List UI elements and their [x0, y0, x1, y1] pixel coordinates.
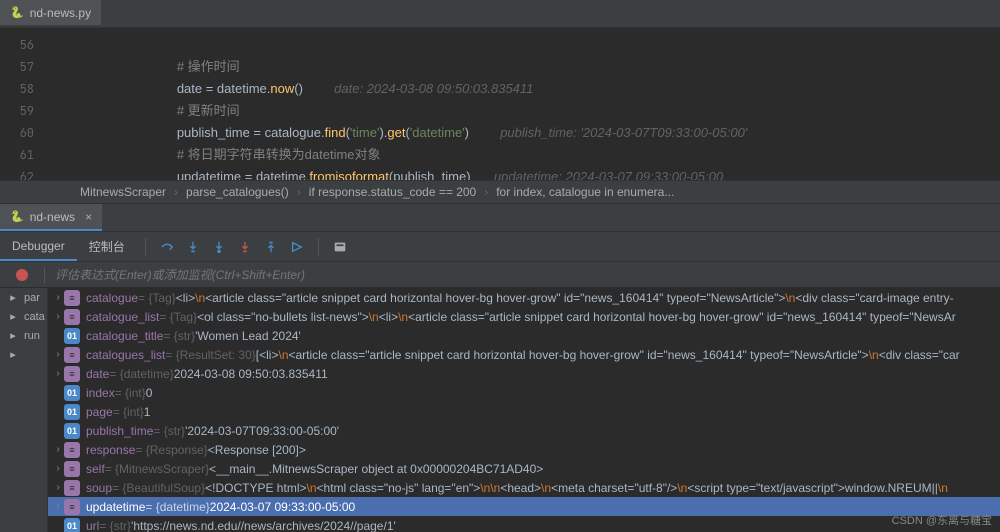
step-out-icon[interactable]	[261, 237, 281, 257]
watermark: CSDN @东离与糖宝	[892, 512, 992, 528]
chevron-right-icon: ›	[484, 185, 488, 199]
variables-panel: ▸par▸cata▸run▸ ›≡catalogue = {Tag} <li>\…	[0, 288, 1000, 532]
variable-row[interactable]: ›≡self = {MitnewsScraper} <__main__.Mitn…	[48, 459, 1000, 478]
object-icon: ≡	[64, 461, 80, 477]
breadcrumb-item[interactable]: MitnewsScraper	[80, 185, 166, 199]
object-icon: ≡	[64, 480, 80, 496]
line-number: 61	[0, 144, 52, 166]
run-to-cursor-icon[interactable]	[287, 237, 307, 257]
stack-frame-icon: ▸	[6, 329, 20, 343]
variables-list[interactable]: ›≡catalogue = {Tag} <li>\n<article class…	[48, 288, 1000, 532]
close-icon[interactable]: ×	[85, 210, 92, 224]
expand-icon[interactable]: ›	[52, 292, 64, 303]
chevron-right-icon: ›	[174, 185, 178, 199]
line-number: 60	[0, 122, 52, 144]
expand-icon[interactable]: ›	[52, 311, 64, 322]
editor-tab-ndnews[interactable]: 🐍 nd-news.py	[0, 0, 101, 27]
expand-icon[interactable]: ›	[52, 482, 64, 493]
expand-icon[interactable]: ›	[52, 501, 64, 512]
expand-icon[interactable]: ›	[52, 444, 64, 455]
variable-row[interactable]: 01page = {int} 1	[48, 402, 1000, 421]
separator	[145, 238, 146, 256]
line-number: 62	[0, 166, 52, 180]
code-line[interactable]: 62 updatetime = datetime.fromisoformat(p…	[0, 166, 1000, 180]
variable-row[interactable]: ›≡catalogue_list = {Tag} <ol class="no-b…	[48, 307, 1000, 326]
variable-row[interactable]: 01catalogue_title = {str} 'Women Lead 20…	[48, 326, 1000, 345]
code-line[interactable]: 57 # 操作时间	[0, 56, 1000, 78]
value-icon: 01	[64, 518, 80, 532]
force-step-into-icon[interactable]	[235, 237, 255, 257]
separator	[318, 238, 319, 256]
step-over-icon[interactable]	[157, 237, 177, 257]
evaluate-bar	[0, 262, 1000, 288]
code-line[interactable]: 56	[0, 34, 1000, 56]
debug-tab-ndnews[interactable]: 🐍 nd-news ×	[0, 204, 102, 231]
chevron-right-icon: ›	[297, 185, 301, 199]
value-icon: 01	[64, 385, 80, 401]
breadcrumb: MitnewsScraper › parse_catalogues() › if res…	[0, 180, 1000, 204]
python-file-icon: 🐍	[10, 6, 24, 19]
stack-frame-icon: ▸	[6, 291, 20, 305]
variable-row[interactable]: ›≡updatetime = {datetime} 2024-03-07 09:…	[48, 497, 1000, 516]
editor-area[interactable]: 56 57 # 操作时间58 date = datetime.now() dat…	[0, 28, 1000, 180]
expand-icon[interactable]: ›	[52, 349, 64, 360]
code-line[interactable]: 60 publish_time = catalogue.find('time')…	[0, 122, 1000, 144]
variable-row[interactable]: ›≡date = {datetime} 2024-03-08 09:50:03.…	[48, 364, 1000, 383]
code-line[interactable]: 61 # 将日期字符串转换为datetime对象	[0, 144, 1000, 166]
variable-row[interactable]: 01publish_time = {str} '2024-03-07T09:33…	[48, 421, 1000, 440]
step-into-my-icon[interactable]	[209, 237, 229, 257]
step-into-icon[interactable]	[183, 237, 203, 257]
evaluate-icon[interactable]	[330, 237, 350, 257]
line-number: 56	[0, 34, 52, 56]
object-icon: ≡	[64, 347, 80, 363]
code-line[interactable]: 58 date = datetime.now() date: 2024-03-0…	[0, 78, 1000, 100]
frame-item[interactable]: ▸cata	[0, 307, 47, 326]
debug-tab-bar: 🐍 nd-news ×	[0, 204, 1000, 232]
object-icon: ≡	[64, 442, 80, 458]
variable-row[interactable]: 01index = {int} 0	[48, 383, 1000, 402]
variable-row[interactable]: ›≡catalogues_list = {ResultSet: 30} [<li…	[48, 345, 1000, 364]
value-icon: 01	[64, 328, 80, 344]
stack-frame-icon: ▸	[6, 348, 20, 362]
breadcrumb-item[interactable]: for index, catalogue in enumera...	[496, 185, 674, 199]
line-number: 58	[0, 78, 52, 100]
value-icon: 01	[64, 423, 80, 439]
console-tab[interactable]: 控制台	[77, 232, 137, 261]
debug-toolbar: Debugger 控制台	[0, 232, 1000, 262]
value-icon: 01	[64, 404, 80, 420]
debugger-tab[interactable]: Debugger	[0, 232, 77, 261]
variable-row[interactable]: ›≡response = {Response} <Response [200]>	[48, 440, 1000, 459]
line-number: 59	[0, 100, 52, 122]
frame-item[interactable]: ▸run	[0, 326, 47, 345]
record-dot-icon[interactable]	[16, 269, 28, 281]
frames-sidebar: ▸par▸cata▸run▸	[0, 288, 48, 532]
line-number: 57	[0, 56, 52, 78]
editor-tab-label: nd-news.py	[30, 6, 91, 20]
expand-icon[interactable]: ›	[52, 463, 64, 474]
breadcrumb-item[interactable]: parse_catalogues()	[186, 185, 289, 199]
editor-tab-bar: 🐍 nd-news.py	[0, 0, 1000, 28]
object-icon: ≡	[64, 309, 80, 325]
frame-item[interactable]: ▸par	[0, 288, 47, 307]
frame-item[interactable]: ▸	[0, 345, 47, 364]
debug-tab-label: nd-news	[30, 210, 75, 224]
expand-icon[interactable]: ›	[52, 368, 64, 379]
python-run-icon: 🐍	[10, 210, 24, 223]
variable-row[interactable]: ›≡soup = {BeautifulSoup} <!DOCTYPE html>…	[48, 478, 1000, 497]
object-icon: ≡	[64, 366, 80, 382]
variable-row[interactable]: 01url = {str} 'https://news.nd.edu//news…	[48, 516, 1000, 532]
object-icon: ≡	[64, 499, 80, 515]
variable-row[interactable]: ›≡catalogue = {Tag} <li>\n<article class…	[48, 288, 1000, 307]
object-icon: ≡	[64, 290, 80, 306]
stack-frame-icon: ▸	[6, 310, 20, 324]
code-line[interactable]: 59 # 更新时间	[0, 100, 1000, 122]
breadcrumb-item[interactable]: if response.status_code == 200	[309, 185, 476, 199]
evaluate-input[interactable]	[55, 268, 1000, 282]
separator	[44, 267, 45, 283]
